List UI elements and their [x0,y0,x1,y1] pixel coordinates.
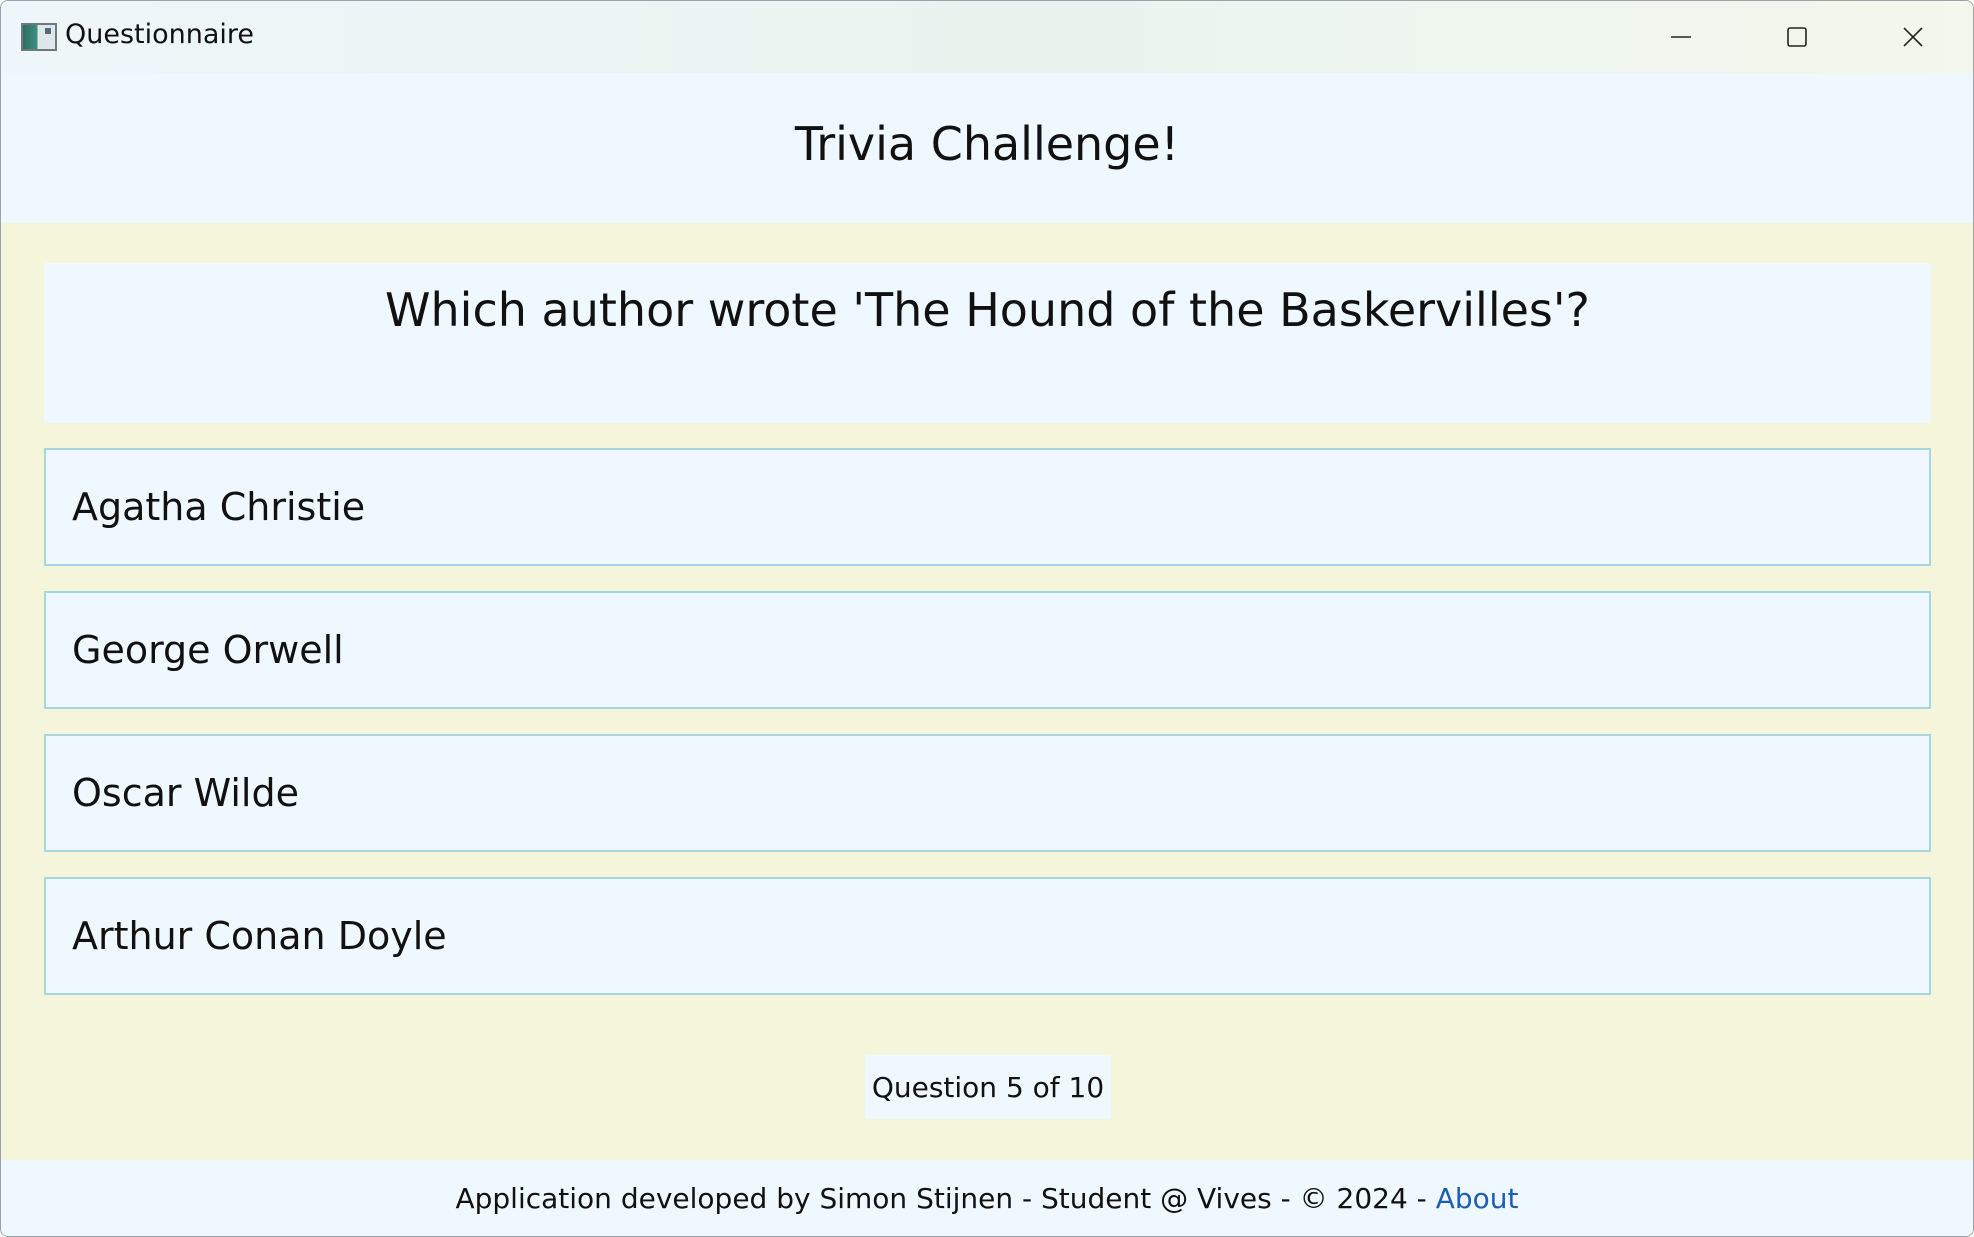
answer-button-1[interactable]: Agatha Christie [44,448,1931,566]
minimize-icon [1671,36,1691,38]
maximize-button[interactable] [1739,1,1855,73]
footer-credits: Application developed by Simon Stijnen -… [455,1182,1436,1215]
about-link[interactable]: About [1436,1182,1519,1215]
answer-label: George Orwell [72,628,344,672]
close-button[interactable] [1855,1,1971,73]
window-title: Questionnaire [65,19,255,50]
question-text: Which author wrote 'The Hound of the Bas… [385,283,1590,337]
answer-button-2[interactable]: George Orwell [44,591,1931,709]
maximize-icon [1787,27,1807,47]
answer-button-3[interactable]: Oscar Wilde [44,734,1931,852]
answer-label: Agatha Christie [72,485,366,529]
app-icon [21,23,57,51]
answer-label: Arthur Conan Doyle [72,914,447,958]
minimize-button[interactable] [1623,1,1739,73]
close-icon [1903,27,1923,47]
question-progress: Question 5 of 10 [865,1055,1111,1119]
answer-label: Oscar Wilde [72,771,299,815]
app-window: Questionnaire Trivia Challenge! Which au… [0,0,1974,1237]
header-panel: Trivia Challenge! [1,73,1973,223]
question-card: Which author wrote 'The Hound of the Bas… [44,263,1931,423]
answer-button-4[interactable]: Arthur Conan Doyle [44,877,1931,995]
footer: Application developed by Simon Stijnen -… [1,1160,1973,1236]
title-bar[interactable]: Questionnaire [1,1,1973,73]
page-title: Trivia Challenge! [794,117,1180,171]
